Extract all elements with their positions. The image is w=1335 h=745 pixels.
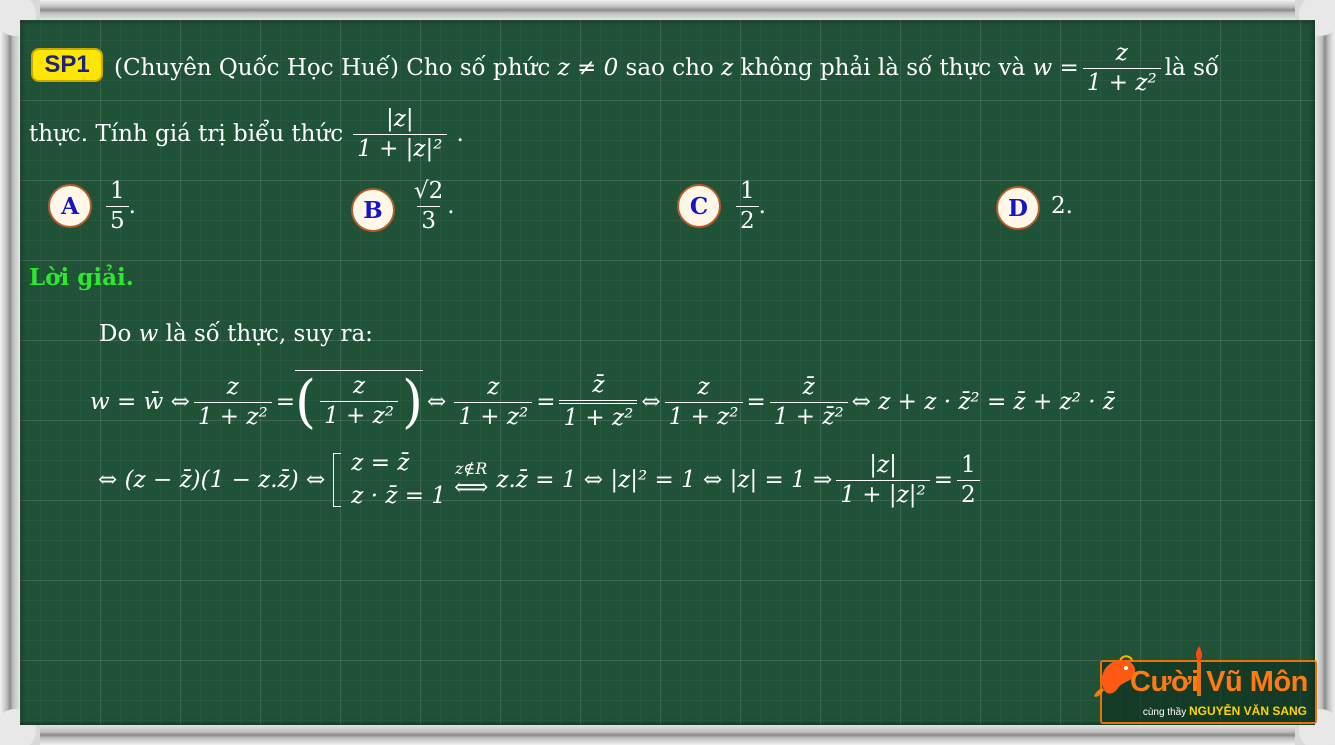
math-expression: ⇔ (z − z̄)(1 − z.z̄) ⇔ bbox=[98, 466, 326, 493]
solution-text: Do bbox=[99, 321, 132, 347]
fraction: 1 2 bbox=[956, 451, 980, 507]
fraction: z 1 + z² bbox=[320, 375, 398, 428]
case-item: z · z̄ = 1 bbox=[351, 483, 446, 509]
conjugate-group: ( z 1 + z² ) bbox=[295, 367, 424, 435]
math-var: z bbox=[721, 54, 734, 81]
fraction: z 1 + z² bbox=[454, 373, 533, 429]
fraction-denominator: 1 + z̄² bbox=[769, 401, 848, 429]
fraction-denominator: 1 + z² bbox=[559, 400, 638, 430]
fraction-expression: |z| 1 + |z|² bbox=[353, 105, 447, 161]
fraction: z 1 + z² bbox=[193, 373, 272, 429]
fraction-numerator: |z| bbox=[386, 105, 414, 132]
option-a-value: 1 5 . bbox=[102, 174, 136, 238]
solution-intro: Do w là số thực, suy ra: bbox=[99, 323, 373, 346]
fraction-numerator: z bbox=[352, 373, 366, 399]
math-operator: ⇔ bbox=[427, 388, 447, 415]
board-frame-left bbox=[0, 20, 20, 725]
conditional-arrow: z∉R ⟺ bbox=[453, 461, 489, 501]
right-paren: ) bbox=[401, 367, 424, 435]
option-c-button[interactable]: C bbox=[677, 184, 721, 228]
problem-line-2: thực. Tính giá trị biểu thức |z| 1 + |z|… bbox=[29, 106, 464, 162]
fraction: z̄ 1 + z̄² bbox=[769, 373, 848, 429]
problem-text: không phải là số thực và bbox=[740, 54, 1026, 81]
problem-text: sao cho bbox=[625, 54, 714, 81]
fraction: z 1 + z² bbox=[664, 373, 743, 429]
fraction-denominator: 1 + z² bbox=[1082, 67, 1161, 95]
chalkboard: SP1 (Chuyên Quốc Học Huế) Cho số phức z … bbox=[20, 20, 1317, 725]
math-operator: = bbox=[275, 388, 296, 415]
logo-subtitle: cùng thầy NGUYỄN VĂN SANG bbox=[1143, 704, 1307, 718]
iff-arrow-icon: ⟺ bbox=[453, 473, 489, 501]
option-b-button[interactable]: B bbox=[351, 188, 395, 232]
problem-period: . bbox=[456, 120, 464, 147]
option-a-fraction: 1 5 bbox=[106, 177, 129, 233]
fraction-denominator: 1 + z² bbox=[193, 401, 272, 429]
fraction: |z| 1 + |z|² bbox=[836, 451, 930, 507]
fraction-numerator: z bbox=[487, 373, 500, 400]
board-frame-top bbox=[40, 0, 1295, 20]
option-tail: . bbox=[447, 192, 455, 219]
fraction-denominator: 5 bbox=[106, 205, 129, 233]
problem-badge: SP1 bbox=[31, 48, 103, 82]
solution-text: là số thực, suy ra: bbox=[165, 321, 373, 347]
problem-line-1: (Chuyên Quốc Học Huế) Cho số phức z ≠ 0 … bbox=[114, 40, 1219, 96]
option-d-button[interactable]: D bbox=[996, 186, 1040, 230]
brand-logo: Cười Vũ Môn cùng thầy NGUYỄN VĂN SANG bbox=[1094, 646, 1317, 724]
logo-subtitle-prefix: cùng thầy bbox=[1142, 707, 1187, 718]
fraction-denominator: 1 + z² bbox=[454, 401, 533, 429]
case-bracket bbox=[333, 453, 342, 507]
fraction-numerator: z̄ bbox=[802, 373, 815, 400]
logo-subtitle-name: NGUYỄN VĂN SANG bbox=[1188, 704, 1307, 718]
fraction-numerator: z bbox=[226, 373, 239, 400]
fraction-numerator: z bbox=[1115, 39, 1128, 66]
left-paren: ( bbox=[295, 367, 317, 435]
fraction-numerator: z bbox=[697, 373, 710, 400]
math-expression: z.z̄ = 1 ⇔ |z|² = 1 ⇔ |z| = 1 ⇒ bbox=[496, 466, 833, 493]
fraction-denominator: 1 + z² bbox=[320, 401, 398, 428]
math-expression: ⇔ z + z · z̄² = z̄ + z² · z̄ bbox=[851, 388, 1115, 415]
fraction-w: z 1 + z² bbox=[1082, 39, 1161, 95]
solution-equation-2: ⇔ (z − z̄)(1 − z.z̄) ⇔ z = z̄ z · z̄ = 1… bbox=[98, 444, 984, 516]
fraction-numerator: 1 bbox=[740, 177, 755, 204]
board-frame-bottom bbox=[40, 725, 1295, 745]
problem-text: là số bbox=[1164, 54, 1219, 81]
math-operator: = bbox=[933, 466, 953, 493]
fraction-numerator: 1 bbox=[960, 451, 976, 478]
option-c-value: 1 2 . bbox=[732, 174, 766, 238]
option-b-fraction: √2 3 bbox=[410, 177, 447, 233]
fraction: z̄ 1 + z² bbox=[559, 372, 638, 430]
math-operator: = bbox=[536, 388, 556, 415]
fraction-denominator: 1 + z² bbox=[664, 401, 743, 429]
math-expression: w = w̄ ⇔ bbox=[90, 388, 190, 415]
solution-equation-1: w = w̄ ⇔ z 1 + z² = ( z 1 + z² ) ⇔ z 1 +… bbox=[90, 366, 1115, 438]
option-a-button[interactable]: A bbox=[48, 184, 92, 228]
fraction-denominator: 2 bbox=[956, 479, 980, 507]
cases: z = z̄ z · z̄ = 1 bbox=[351, 452, 446, 508]
board-frame-right bbox=[1315, 20, 1335, 725]
math-operator: ⇔ bbox=[641, 388, 661, 415]
math-operator: = bbox=[746, 388, 766, 415]
option-b-value: √2 3 . bbox=[406, 174, 455, 238]
solution-label: Lời giải. bbox=[29, 264, 134, 291]
fraction-numerator: √2 bbox=[414, 177, 444, 204]
fraction-denominator: 1 + |z|² bbox=[836, 479, 930, 507]
fraction-denominator: 3 bbox=[417, 205, 440, 233]
problem-text: thực. Tính giá trị biểu thức bbox=[29, 120, 344, 147]
option-tail: . bbox=[758, 192, 766, 219]
math-w-equals: w = bbox=[1032, 54, 1079, 81]
fraction-numerator: z̄ bbox=[592, 372, 605, 398]
option-tail: . bbox=[128, 192, 136, 219]
math-var: w bbox=[138, 321, 159, 347]
math-condition: z ≠ 0 bbox=[557, 54, 619, 81]
option-c-fraction: 1 2 bbox=[736, 177, 759, 233]
fraction-denominator: 1 + |z|² bbox=[353, 133, 447, 161]
fraction-numerator: |z| bbox=[869, 451, 897, 478]
fraction-numerator: 1 bbox=[110, 177, 125, 204]
problem-source: (Chuyên Quốc Học Huế) bbox=[114, 54, 399, 81]
problem-text: Cho số phức bbox=[406, 54, 551, 81]
fraction-denominator: 2 bbox=[736, 205, 759, 233]
option-d-value: 2. bbox=[1051, 193, 1073, 219]
logo-title: Cười Vũ Môn bbox=[1130, 666, 1308, 698]
case-item: z = z̄ bbox=[351, 450, 410, 476]
